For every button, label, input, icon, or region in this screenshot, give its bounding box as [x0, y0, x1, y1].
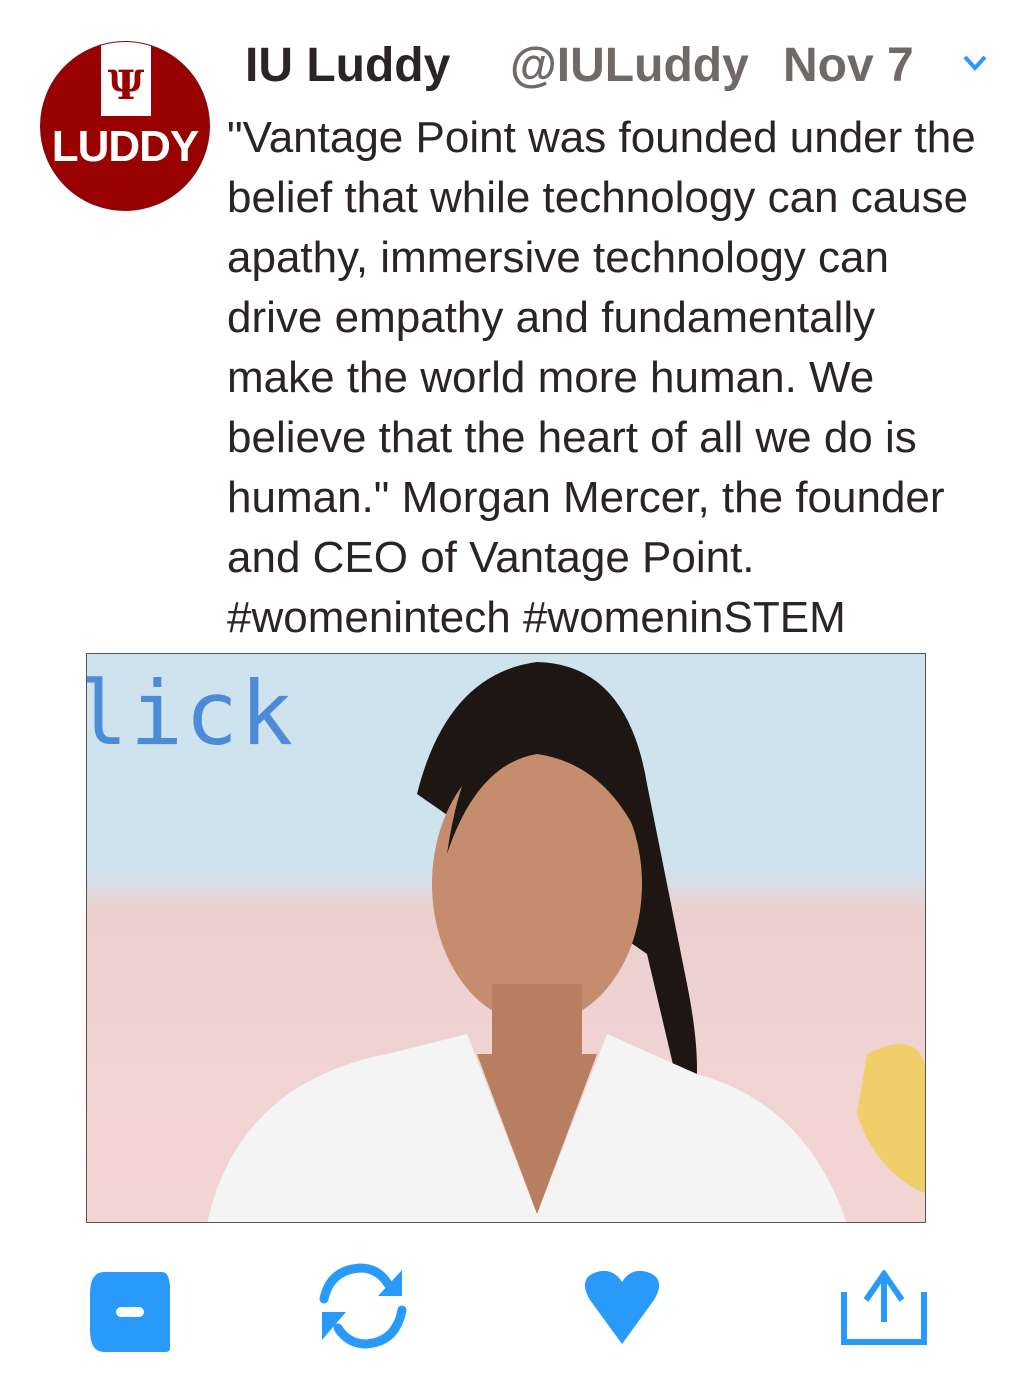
tweet-line: belief that while technology can cause	[227, 173, 969, 222]
tweet-line: believe that the heart of all we do is	[227, 413, 917, 462]
tweet-photo[interactable]: lick	[86, 653, 926, 1223]
tweet-line: apathy, immersive technology can	[227, 233, 889, 282]
tweet-text: "Vantage Point was founded under the bel…	[227, 108, 1007, 648]
retweet-icon[interactable]	[318, 1262, 408, 1350]
avatar[interactable]: Ψ LUDDY	[40, 41, 210, 211]
trident-logo-icon: Ψ	[107, 62, 145, 109]
tweet-line: "Vantage Point was founded under the	[227, 113, 976, 162]
hashtags[interactable]: #womenintech #womeninSTEM	[227, 588, 1007, 648]
author-handle[interactable]: @IULuddy	[510, 38, 749, 93]
tweet-line: human." Morgan Mercer, the founder	[227, 473, 945, 522]
reply-icon[interactable]	[88, 1270, 172, 1354]
tweet-actions	[0, 1263, 1012, 1358]
tweet-line: drive empathy and fundamentally	[227, 293, 876, 342]
tweet-line: and CEO of Vantage Point.	[227, 533, 755, 582]
avatar-logo-text: LUDDY	[51, 122, 200, 171]
chevron-down-icon[interactable]	[962, 52, 988, 74]
portrait-illustration	[207, 662, 925, 1222]
share-icon[interactable]	[840, 1270, 928, 1346]
tweet-date[interactable]: Nov 7	[783, 38, 914, 93]
like-icon[interactable]	[580, 1270, 664, 1346]
tweet-line: make the world more human. We	[227, 353, 875, 402]
author-name[interactable]: IU Luddy	[245, 39, 450, 92]
tweet-header: IU Luddy @IULuddy Nov 7	[245, 38, 914, 93]
